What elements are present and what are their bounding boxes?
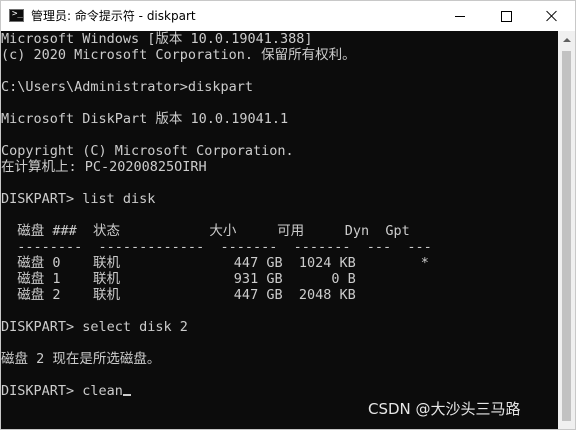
disk-table-row: 磁盘 2 联机 447 GB 2048 KB: [1, 287, 356, 303]
minimize-button[interactable]: [437, 1, 483, 31]
disk-table-row: 磁盘 1 联机 931 GB 0 B: [1, 271, 356, 287]
text-cursor: [122, 394, 131, 396]
prompt-text: DISKPART> clean: [1, 383, 123, 399]
console-line: DISKPART> list disk: [1, 191, 156, 207]
scrollbar-thumb[interactable]: [562, 51, 571, 421]
console-line: (c) 2020 Microsoft Corporation. 保留所有权利。: [1, 47, 356, 63]
console-output[interactable]: Microsoft Windows [版本 10.0.19041.388] (c…: [1, 31, 558, 429]
watermark: CSDN @大沙头三马路: [368, 400, 521, 418]
disk-table-divider: -------- ------------- ------- ------- -…: [1, 239, 432, 255]
maximize-icon: [500, 10, 512, 22]
console-line: 磁盘 2 现在是所选磁盘。: [1, 351, 161, 367]
title-bar[interactable]: >_ 管理员: 命令提示符 - diskpart: [1, 1, 575, 31]
console-line: Microsoft Windows [版本 10.0.19041.388]: [1, 31, 313, 47]
console-line: C:\Users\Administrator>diskpart: [1, 79, 253, 95]
maximize-button[interactable]: [483, 1, 529, 31]
console-window: >_ 管理员: 命令提示符 - diskpart Microsoft Windo…: [0, 0, 576, 430]
window-title: 管理员: 命令提示符 - diskpart: [31, 9, 196, 23]
console-line: Copyright (C) Microsoft Corporation.: [1, 143, 294, 159]
command-prompt-line[interactable]: DISKPART> clean: [1, 383, 131, 399]
disk-table-header: 磁盘 ### 状态 大小 可用 Dyn Gpt: [1, 223, 410, 239]
close-button[interactable]: [529, 1, 575, 31]
console-line: Microsoft DiskPart 版本 10.0.19041.1: [1, 111, 289, 127]
console-line: DISKPART> select disk 2: [1, 319, 188, 335]
scroll-up-button[interactable]: [558, 31, 575, 48]
minimize-icon: [455, 15, 465, 17]
cmd-icon[interactable]: >_: [9, 9, 24, 22]
vertical-scrollbar[interactable]: [558, 31, 575, 429]
disk-table-row: 磁盘 0 联机 447 GB 1024 KB *: [1, 255, 429, 271]
console-line: 在计算机上: PC-20200825OIRH: [1, 159, 207, 175]
chevron-up-icon: [562, 37, 571, 42]
close-icon: [546, 10, 558, 22]
